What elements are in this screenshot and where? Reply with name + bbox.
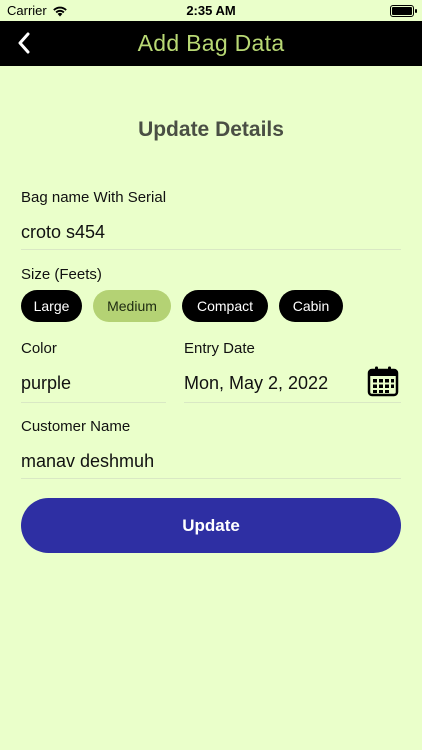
battery-icon: [390, 5, 417, 17]
size-chip-compact[interactable]: Compact: [182, 290, 268, 322]
chevron-left-icon: [18, 32, 30, 54]
size-chip-group: Large Medium Compact Cabin: [21, 290, 343, 322]
size-chip-large[interactable]: Large: [21, 290, 82, 322]
size-chip-cabin[interactable]: Cabin: [279, 290, 343, 322]
customer-name-field[interactable]: manav deshmuh: [21, 451, 401, 479]
entry-date-label: Entry Date: [184, 340, 255, 357]
page-title: Add Bag Data: [137, 30, 285, 56]
size-chip-medium[interactable]: Medium: [93, 290, 171, 322]
update-button[interactable]: Update: [21, 498, 401, 553]
calendar-icon[interactable]: [367, 365, 399, 397]
bag-name-label: Bag name With Serial: [21, 189, 167, 206]
nav-bar: Add Bag Data: [0, 21, 422, 66]
section-title: Update Details: [138, 118, 284, 141]
back-button[interactable]: [10, 29, 38, 57]
color-field[interactable]: purple: [21, 373, 166, 403]
status-bar: Carrier 2:35 AM: [0, 0, 422, 21]
status-time: 2:35 AM: [186, 3, 236, 18]
bag-name-field[interactable]: croto s454: [21, 222, 401, 250]
color-label: Color: [21, 340, 57, 357]
customer-name-label: Customer Name: [21, 418, 131, 435]
size-label: Size (Feets): [21, 266, 102, 283]
battery-fill: [392, 7, 412, 15]
